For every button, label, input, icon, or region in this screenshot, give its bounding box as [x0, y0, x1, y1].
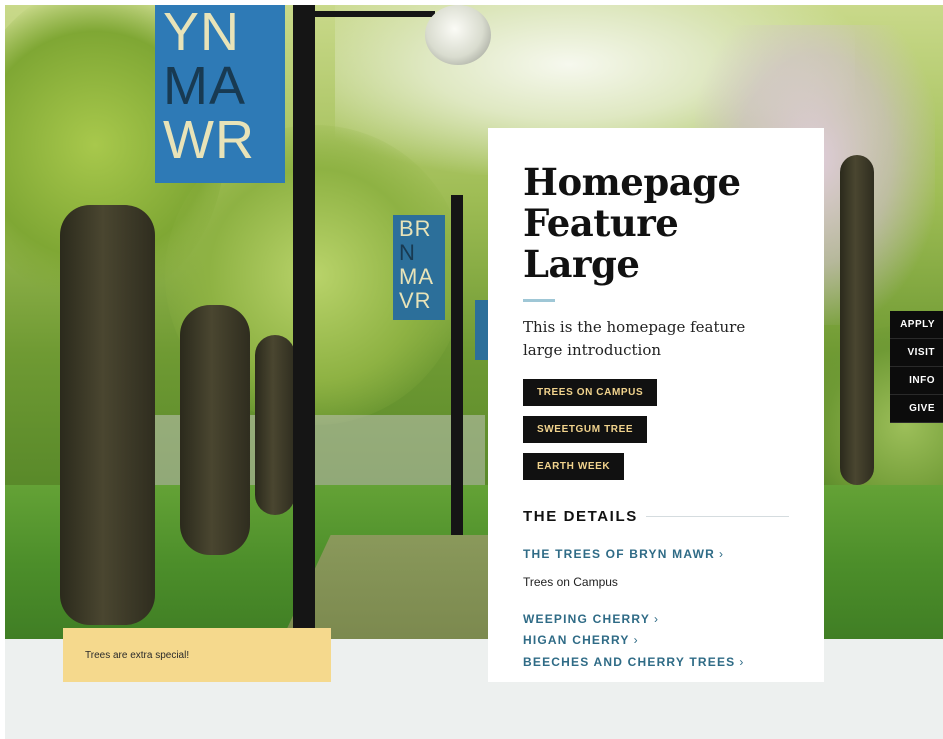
tree-trunk	[180, 305, 250, 555]
quick-links-rail: APPLY VISIT INFO GIVE	[890, 311, 943, 423]
banner-small-line-4: VR	[399, 288, 432, 313]
bryn-mawr-banner-small: BR N MA VR	[393, 215, 445, 320]
street-lamp	[425, 5, 491, 65]
chevron-right-icon: ›	[654, 612, 660, 626]
bryn-mawr-banner: YN MA WR	[155, 5, 285, 183]
title-accent-rule	[523, 299, 555, 302]
details-divider	[645, 516, 789, 517]
link-label: BEECHES AND CHERRY TREES	[523, 655, 736, 669]
quick-link-apply[interactable]: APPLY	[890, 311, 943, 339]
caption-text: Trees are extra special!	[85, 650, 190, 661]
feature-title-line-1: Homepage	[523, 160, 741, 204]
tag-trees-on-campus[interactable]: TREES ON CAMPUS	[523, 379, 658, 406]
feature-card: Homepage Feature Large This is the homep…	[488, 128, 824, 682]
tag-sweetgum-tree[interactable]: SWEETGUM TREE	[523, 416, 648, 443]
feature-title: Homepage Feature Large	[523, 162, 789, 285]
banner-small-line-3: MA	[399, 264, 434, 289]
lamp-post-small	[451, 195, 463, 535]
link-higan-cherry[interactable]: HIGAN CHERRY ›	[523, 633, 789, 647]
banner-line-1: YN	[163, 5, 241, 62]
banner-small-line-2: N	[399, 240, 416, 265]
quick-link-give[interactable]: GIVE	[890, 395, 943, 423]
details-heading: THE DETAILS	[523, 508, 789, 525]
banner-line-2: MA	[163, 56, 246, 116]
details-subtext: Trees on Campus	[523, 575, 618, 589]
tree-trunk	[255, 335, 295, 515]
lamp-post	[293, 5, 315, 630]
bryn-mawr-banner-edge	[475, 300, 489, 360]
link-label: WEEPING CHERRY	[523, 612, 651, 626]
tree-trunk	[60, 205, 155, 625]
quick-link-info[interactable]: INFO	[890, 367, 943, 395]
link-beeches-and-cherry-trees[interactable]: BEECHES AND CHERRY TREES ›	[523, 655, 789, 669]
tree-trunk	[840, 155, 874, 485]
link-weeping-cherry[interactable]: WEEPING CHERRY ›	[523, 612, 789, 626]
details-heading-text: THE DETAILS	[523, 508, 638, 525]
image-caption: Trees are extra special!	[63, 628, 331, 682]
feature-intro: This is the homepage feature large intro…	[523, 318, 746, 359]
link-trees-of-bryn-mawr[interactable]: THE TREES OF BRYN MAWR ›	[523, 547, 789, 561]
quick-link-visit[interactable]: VISIT	[890, 339, 943, 367]
banner-small-line-1: BR	[399, 216, 432, 241]
banner-line-3: WR	[163, 110, 255, 170]
chevron-right-icon: ›	[633, 633, 639, 647]
lamp-post-arm	[305, 11, 435, 17]
link-label: THE TREES OF BRYN MAWR	[523, 547, 715, 561]
tag-earth-week[interactable]: EARTH WEEK	[523, 453, 625, 480]
link-label: HIGAN CHERRY	[523, 633, 630, 647]
chevron-right-icon: ›	[718, 547, 725, 561]
feature-title-line-2: Feature Large	[523, 201, 679, 286]
chevron-right-icon: ›	[739, 655, 745, 669]
